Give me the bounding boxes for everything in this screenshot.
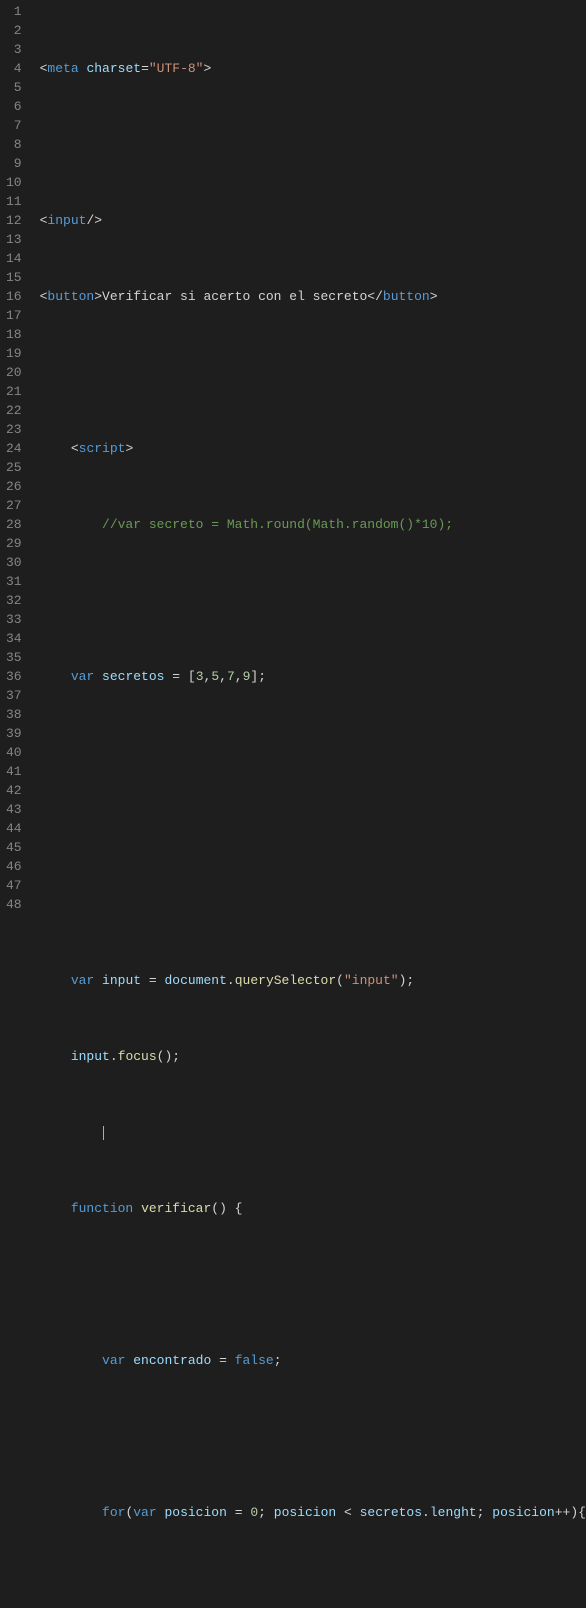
code-line-13: var input = document.querySelector("inpu… bbox=[40, 971, 586, 990]
code-line-12 bbox=[40, 895, 586, 914]
code-line-15 bbox=[40, 1123, 586, 1142]
code-line-21 bbox=[40, 1579, 586, 1598]
code-editor: 1 2 3 4 5 6 7 8 9 10 11 12 13 14 15 16 1… bbox=[0, 0, 586, 1608]
code-line-2 bbox=[40, 135, 586, 154]
code-line-20: for(var posicion = 0; posicion < secreto… bbox=[40, 1503, 586, 1522]
code-line-11 bbox=[40, 819, 586, 838]
code-line-14: input.focus(); bbox=[40, 1047, 586, 1066]
code-line-17 bbox=[40, 1275, 586, 1294]
code-line-6: <script> bbox=[40, 439, 586, 458]
code-line-19 bbox=[40, 1427, 586, 1446]
code-line-10 bbox=[40, 743, 586, 762]
code-line-16: function verificar() { bbox=[40, 1199, 586, 1218]
code-line-8 bbox=[40, 591, 586, 610]
code-line-9: var secretos = [3,5,7,9]; bbox=[40, 667, 586, 686]
code-line-5 bbox=[40, 363, 586, 382]
code-line-7: //var secreto = Math.round(Math.random()… bbox=[40, 515, 586, 534]
code-lines[interactable]: <meta charset="UTF-8"> <input/> <button>… bbox=[32, 2, 586, 1608]
code-line-3: <input/> bbox=[40, 211, 586, 230]
code-line-18: var encontrado = false; bbox=[40, 1351, 586, 1370]
code-line-4: <button>Verificar si acerto con el secre… bbox=[40, 287, 586, 306]
line-numbers: 1 2 3 4 5 6 7 8 9 10 11 12 13 14 15 16 1… bbox=[0, 2, 32, 1608]
code-line-1: <meta charset="UTF-8"> bbox=[40, 59, 586, 78]
